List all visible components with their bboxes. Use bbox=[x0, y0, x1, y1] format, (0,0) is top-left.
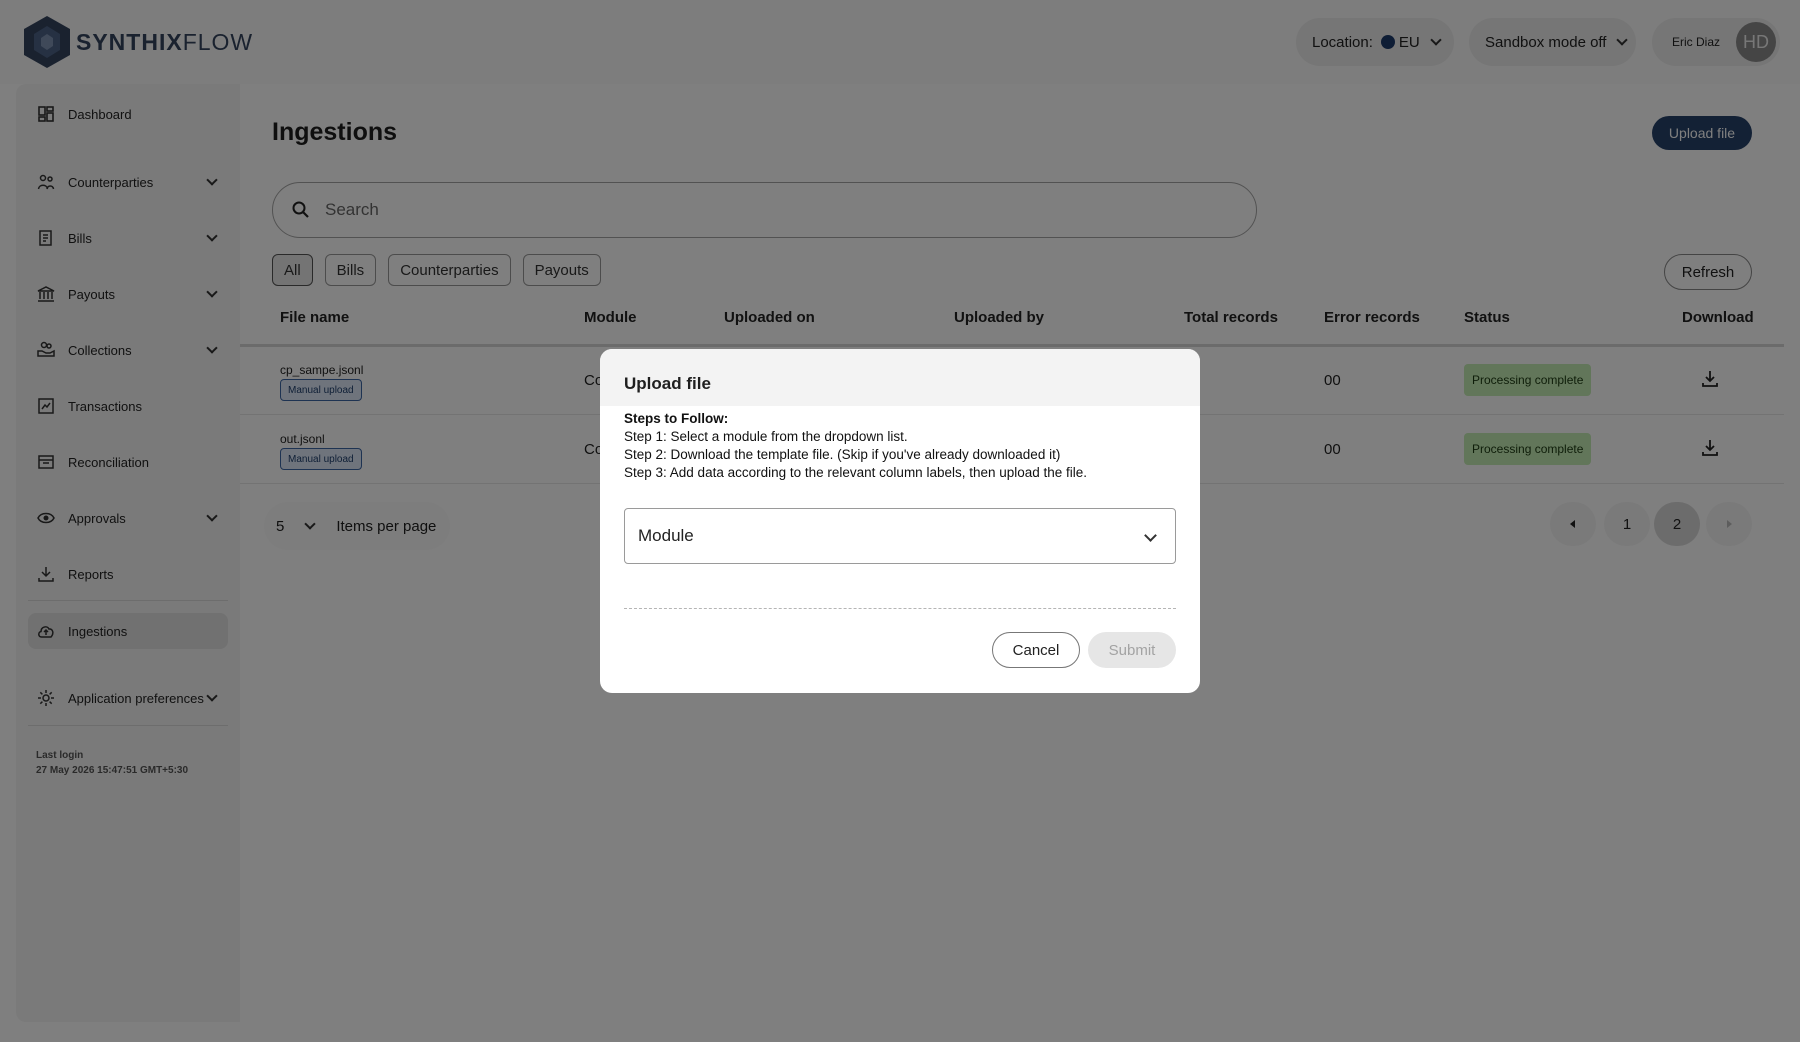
module-select[interactable]: Module bbox=[624, 508, 1176, 564]
dialog-title: Upload file bbox=[600, 349, 1200, 406]
dialog-instructions: Steps to Follow: Step 1: Select a module… bbox=[600, 406, 1200, 482]
upload-file-dialog: Upload file Steps to Follow: Step 1: Sel… bbox=[600, 349, 1200, 693]
dialog-divider bbox=[624, 608, 1176, 609]
module-select-value: Module bbox=[638, 526, 694, 545]
chevron-down-icon bbox=[1144, 529, 1157, 542]
step-1: Step 1: Select a module from the dropdow… bbox=[624, 429, 908, 444]
step-3: Step 3: Add data according to the releva… bbox=[624, 465, 1088, 480]
submit-button[interactable]: Submit bbox=[1088, 632, 1176, 668]
steps-title: Steps to Follow: bbox=[624, 411, 729, 426]
cancel-button[interactable]: Cancel bbox=[992, 632, 1080, 668]
step-2: Step 2: Download the template file. (Ski… bbox=[624, 447, 1061, 462]
